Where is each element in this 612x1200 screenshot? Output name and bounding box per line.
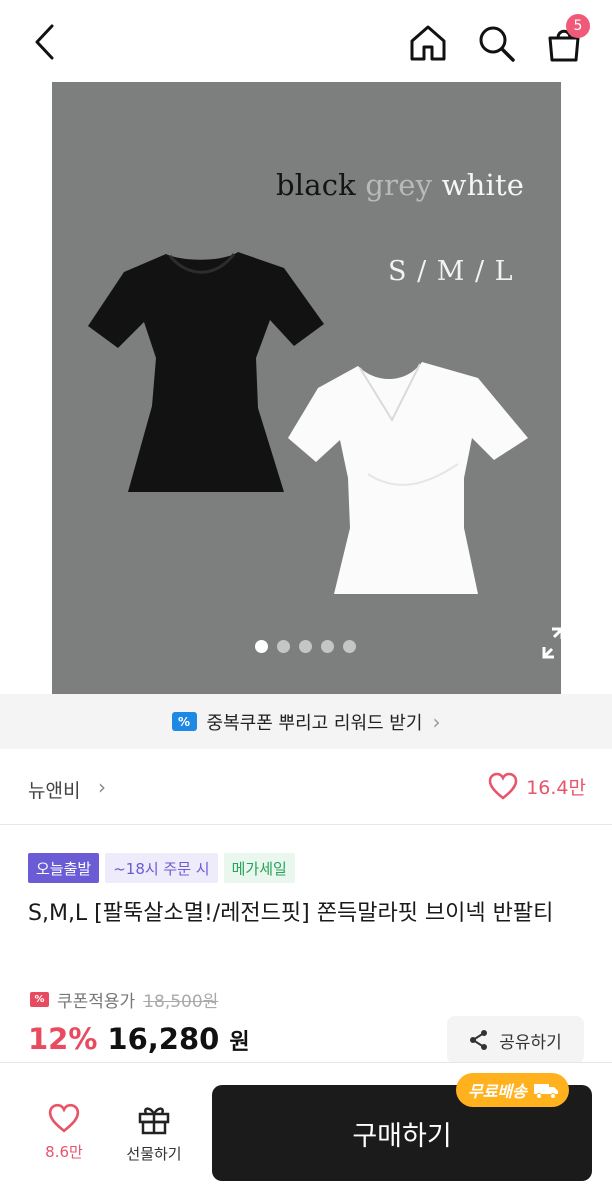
product-image-carousel[interactable]: black grey white S / M / L xyxy=(52,82,561,694)
heart-icon xyxy=(488,772,518,800)
color-grey-label: grey xyxy=(365,168,433,202)
product-detail-page: 5 black grey white S / M / L % 중복쿠폰 뿌리고 … xyxy=(0,0,612,1200)
original-price: 18,500원 xyxy=(143,992,219,1012)
tag-mega-sale: 메가세일 xyxy=(223,853,295,883)
carousel-dot[interactable] xyxy=(255,640,268,653)
heart-icon xyxy=(48,1103,80,1133)
carousel-dot[interactable] xyxy=(277,640,290,653)
brand-like-count: 16.4만 xyxy=(526,776,586,799)
white-shirt-image xyxy=(288,362,528,594)
search-icon xyxy=(479,26,515,62)
share-button[interactable]: 공유하기 xyxy=(447,1016,584,1064)
back-icon xyxy=(35,24,54,60)
wish-count: 8.6만 xyxy=(45,1143,83,1161)
gift-button[interactable]: 선물하기 xyxy=(118,1103,190,1164)
gift-label: 선물하기 xyxy=(126,1145,182,1163)
tag-today-shipping: 오늘출발 xyxy=(28,853,100,883)
brand-row: 뉴앤비 › 16.4만 xyxy=(0,750,612,825)
top-bar: 5 xyxy=(0,0,612,84)
color-black-label: black xyxy=(276,168,356,202)
product-tags: 오늘출발 ~18시 주문 시 메가세일 xyxy=(28,853,295,883)
product-title: S,M,L [팔뚝살소멸!/레전드핏] 쫀득말라핏 브이넥 반팔티 xyxy=(28,901,554,926)
carousel-dot[interactable] xyxy=(343,640,356,653)
sale-price: 16,280 xyxy=(107,1022,220,1056)
expand-icon xyxy=(542,627,561,659)
back-button[interactable] xyxy=(26,22,62,62)
free-shipping-badge: 무료배송 xyxy=(456,1073,569,1107)
expand-button[interactable] xyxy=(542,627,561,663)
truck-icon xyxy=(533,1084,558,1099)
chevron-right-icon: › xyxy=(432,709,441,734)
coupon-price-label: 쿠폰적용가 xyxy=(57,992,136,1012)
home-icon xyxy=(410,25,446,61)
home-button[interactable] xyxy=(406,22,450,64)
wish-button[interactable]: 8.6만 xyxy=(38,1103,90,1162)
coupon-reward-banner[interactable]: % 중복쿠폰 뿌리고 리워드 받기 › xyxy=(0,694,612,749)
brand-like-button[interactable]: 16.4만 xyxy=(488,772,586,800)
size-caption: S / M / L xyxy=(388,256,514,287)
coupon-price-row: % 쿠폰적용가 18,500원 xyxy=(30,987,218,1012)
tag-order-cutoff: ~18시 주문 시 xyxy=(105,853,218,883)
search-button[interactable] xyxy=(474,22,518,64)
coupon-icon: % xyxy=(30,992,49,1007)
bottom-action-bar: 8.6만 선물하기 구매하기 무료배송 xyxy=(0,1062,612,1200)
color-white-label: white xyxy=(441,168,525,202)
discount-rate: 12% xyxy=(28,1022,98,1056)
gift-icon xyxy=(138,1107,170,1135)
coupon-icon: % xyxy=(171,712,197,731)
carousel-dot[interactable] xyxy=(299,640,312,653)
carousel-indicator xyxy=(255,640,356,653)
free-shipping-label: 무료배송 xyxy=(468,1082,527,1101)
price-row: 12% 16,280 원 xyxy=(28,1022,250,1056)
chevron-right-icon: › xyxy=(98,775,106,799)
color-caption: black grey white xyxy=(276,168,524,202)
share-label: 공유하기 xyxy=(499,1032,562,1053)
cart-button[interactable]: 5 xyxy=(544,14,590,64)
brand-name-link[interactable]: 뉴앤비 xyxy=(28,776,80,803)
currency-unit: 원 xyxy=(229,1030,250,1055)
carousel-dot[interactable] xyxy=(321,640,334,653)
share-icon xyxy=(470,1030,488,1050)
coupon-banner-text: 중복쿠폰 뿌리고 리워드 받기 xyxy=(206,712,423,734)
cart-count-badge: 5 xyxy=(566,14,590,38)
